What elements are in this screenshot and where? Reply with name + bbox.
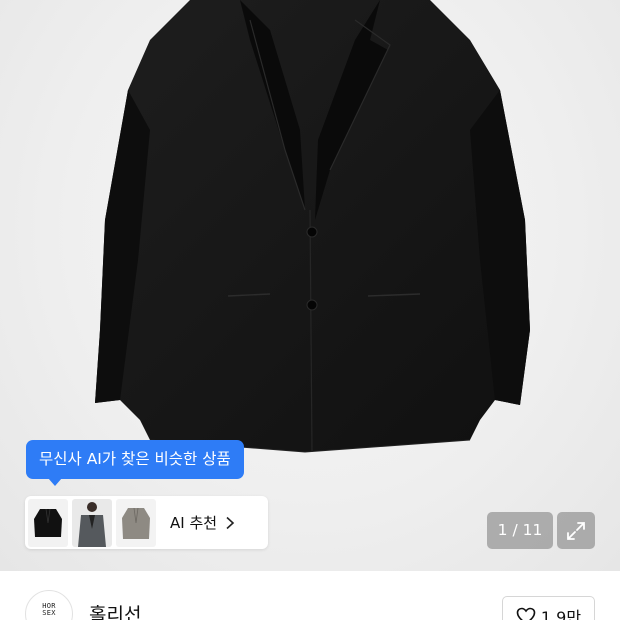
thumbnail-grey-check-jacket[interactable] (116, 498, 156, 547)
thumbnail-black-jacket[interactable] (28, 498, 68, 547)
expand-image-button[interactable] (557, 512, 595, 549)
heart-icon (516, 607, 536, 620)
brand-logo[interactable]: HOR SEX (25, 590, 73, 620)
image-page-counter: 1 / 11 (487, 512, 553, 549)
product-page: 무신사 AI가 찾은 비슷한 상품 AI 추천 1 / 11 HOR SEX 홀… (0, 0, 620, 620)
product-image[interactable]: 무신사 AI가 찾은 비슷한 상품 AI 추천 1 / 11 (0, 0, 620, 571)
ai-recommend-bar[interactable]: AI 추천 (25, 496, 268, 549)
expand-icon (567, 521, 585, 540)
jacket-image (95, 0, 530, 453)
brand-logo-text: HOR SEX (42, 602, 56, 617)
like-count: 1.9만 (540, 608, 582, 620)
ai-recommend-label: AI 추천 (170, 514, 218, 532)
chevron-right-icon (226, 516, 235, 529)
ai-similar-tooltip[interactable]: 무신사 AI가 찾은 비슷한 상품 (26, 440, 244, 486)
thumbnail-grey-suit-model[interactable] (72, 498, 112, 547)
like-button[interactable]: 1.9만 (502, 596, 595, 620)
brand-name[interactable]: 홀리선 (89, 600, 141, 620)
